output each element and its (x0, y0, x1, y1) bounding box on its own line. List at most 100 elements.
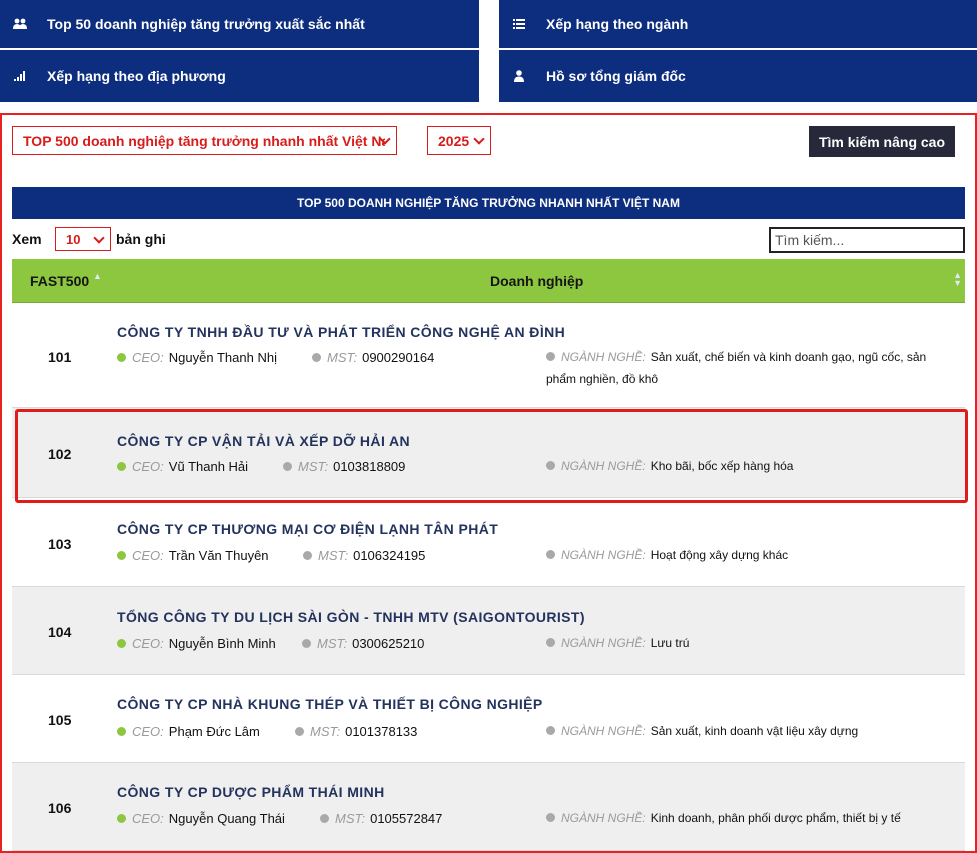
green-dot-icon (117, 639, 126, 648)
search-input[interactable] (769, 227, 965, 253)
industry-value: Sản xuất, kinh doanh vật liệu xây dựng (650, 724, 859, 738)
ceo-label: CEO: (132, 811, 164, 826)
table-row: 106 CÔNG TY CP DƯỢC PHẨM THÁI MINH CEO: Ngu… (12, 763, 965, 851)
company-name-link[interactable]: CÔNG TY TNHH ĐẦU TƯ VÀ PHÁT TRIỂN CÔNG N… (117, 324, 565, 340)
company-name-link[interactable]: CÔNG TY CP DƯỢC PHẨM THÁI MINH (117, 784, 385, 800)
ceo-field: CEO: Nguyễn Quang Thái (117, 811, 285, 826)
ceo-label: CEO: (132, 724, 164, 739)
green-dot-icon (117, 462, 126, 471)
advanced-search-button[interactable]: Tìm kiếm nâng cao (809, 126, 955, 157)
ceo-field: CEO: Vũ Thanh Hải (117, 459, 248, 474)
user-icon (512, 69, 526, 83)
grey-dot-icon (546, 638, 555, 647)
show-label: Xem (12, 231, 42, 247)
grey-dot-icon (546, 461, 555, 470)
table-row: 105 CÔNG TY CP NHÀ KHUNG THÉP VÀ THIẾT BỊ… (12, 675, 965, 763)
tax-code-label: MST: (335, 811, 366, 826)
ceo-value: Phạm Đức Lâm (168, 724, 260, 739)
grey-dot-icon (546, 726, 555, 735)
company-name-link[interactable]: CÔNG TY CP NHÀ KHUNG THÉP VÀ THIẾT BỊ CÔ… (117, 696, 543, 712)
sort-both-icon[interactable]: ▲ ▼ (953, 271, 962, 288)
ceo-value: Nguyễn Thanh Nhị (168, 350, 277, 365)
tax-code-field: MST: 0106324195 (303, 548, 425, 563)
tax-code-label: MST: (310, 724, 341, 739)
industry-label: NGÀNH NGHỀ: (561, 811, 646, 825)
industry-value: Lưu trú (650, 636, 690, 650)
grey-dot-icon (546, 813, 555, 822)
row-rank: 102 (48, 446, 72, 462)
tax-code-label: MST: (317, 636, 348, 651)
table-row: 101 CÔNG TY TNHH ĐẦU TƯ VÀ PHÁT TRIỂN CÔN… (12, 303, 965, 408)
chevron-down-icon (473, 133, 485, 145)
tax-code-value: 0900290164 (362, 350, 435, 365)
page-length-value: 10 (66, 231, 81, 247)
industry-field: NGÀNH NGHỀ: Sản xuất, kinh doanh vật liệu… (546, 720, 956, 742)
grey-dot-icon (312, 353, 321, 362)
ceo-value: Trần Văn Thuyên (168, 548, 269, 563)
ceo-value: Nguyễn Quang Thái (168, 811, 285, 826)
records-label: bản ghi (116, 231, 166, 247)
table-row: 103 CÔNG TY CP THƯƠNG MẠI CƠ ĐIỆN LẠNH TÂ… (12, 498, 965, 587)
company-name-link[interactable]: TỔNG CÔNG TY DU LỊCH SÀI GÒN - TNHH MTV … (117, 609, 585, 625)
chevron-down-icon (93, 232, 105, 244)
column-header-company[interactable]: Doanh nghiệp (490, 273, 583, 289)
tax-code-value: 0105572847 (370, 811, 443, 826)
grey-dot-icon (546, 550, 555, 559)
sort-asc-icon[interactable]: ▲ (93, 271, 102, 281)
ceo-label: CEO: (132, 459, 164, 474)
ceo-label: CEO: (132, 350, 164, 365)
table-row: 102 CÔNG TY CP VẬN TẢI VÀ XẾP DỠ HẢI AN CE… (12, 408, 965, 498)
industry-value: Kho bãi, bốc xếp hàng hóa (650, 459, 794, 473)
row-rank: 106 (48, 800, 72, 816)
year-select-value: 2025 (438, 132, 470, 149)
tax-code-field: MST: 0900290164 (312, 350, 434, 365)
industry-field: NGÀNH NGHỀ: Lưu trú (546, 632, 956, 654)
ceo-field: CEO: Trần Văn Thuyên (117, 548, 269, 563)
grey-dot-icon (295, 727, 304, 736)
nav-by-industry-label: Xếp hạng theo ngành (546, 16, 689, 32)
company-name-link[interactable]: CÔNG TY CP THƯƠNG MẠI CƠ ĐIỆN LẠNH TÂN P… (117, 521, 498, 537)
green-dot-icon (117, 353, 126, 362)
industry-label: NGÀNH NGHỀ: (561, 350, 646, 364)
grey-dot-icon (320, 814, 329, 823)
tax-code-value: 0106324195 (353, 548, 426, 563)
ceo-label: CEO: (132, 636, 164, 651)
row-rank: 104 (48, 624, 72, 640)
industry-field: NGÀNH NGHỀ: Kho bãi, bốc xếp hàng hóa (546, 455, 956, 477)
company-name-link[interactable]: CÔNG TY CP VẬN TẢI VÀ XẾP DỠ HẢI AN (117, 433, 410, 449)
industry-label: NGÀNH NGHỀ: (561, 459, 646, 473)
row-rank: 101 (48, 349, 72, 365)
green-dot-icon (117, 551, 126, 560)
grey-dot-icon (546, 352, 555, 361)
nav-ceo-profile-label: Hồ sơ tổng giám đốc (546, 68, 686, 84)
ceo-value: Vũ Thanh Hải (168, 459, 249, 474)
tax-code-value: 0300625210 (352, 636, 425, 651)
green-dot-icon (117, 814, 126, 823)
year-select[interactable]: 2025 (427, 126, 491, 155)
industry-label: NGÀNH NGHỀ: (561, 636, 646, 650)
table-title: TOP 500 DOANH NGHIỆP TĂNG TRƯỞNG NHANH N… (12, 187, 965, 219)
users-icon (13, 17, 27, 31)
ranking-nav: Top 50 doanh nghiệp tăng trưởng xuất sắc… (0, 0, 977, 103)
ceo-field: CEO: Phạm Đức Lâm (117, 724, 260, 739)
nav-ceo-profile-button[interactable]: Hồ sơ tổng giám đốc (499, 50, 977, 102)
page-length-select[interactable]: 10 (55, 227, 111, 251)
ranking-list-select[interactable]: TOP 500 doanh nghiệp tăng trưởng nhanh n… (12, 126, 397, 155)
ceo-field: CEO: Nguyễn Bình Minh (117, 636, 276, 651)
industry-field: NGÀNH NGHỀ: Hoạt động xây dựng khác (546, 544, 956, 566)
nav-by-region-button[interactable]: Xếp hạng theo địa phương (0, 50, 479, 102)
nav-by-industry-button[interactable]: Xếp hạng theo ngành (499, 0, 977, 48)
column-header-rank[interactable]: FAST500 (30, 273, 89, 289)
industry-label: NGÀNH NGHỀ: (561, 548, 646, 562)
tax-code-field: MST: 0101378133 (295, 724, 417, 739)
nav-top50-button[interactable]: Top 50 doanh nghiệp tăng trưởng xuất sắc… (0, 0, 479, 48)
grey-dot-icon (283, 462, 292, 471)
tax-code-label: MST: (298, 459, 329, 474)
row-rank: 103 (48, 536, 72, 552)
tax-code-field: MST: 0300625210 (302, 636, 424, 651)
ceo-field: CEO: Nguyễn Thanh Nhị (117, 350, 277, 365)
nav-top50-label: Top 50 doanh nghiệp tăng trưởng xuất sắc… (47, 16, 365, 32)
industry-label: NGÀNH NGHỀ: (561, 724, 646, 738)
list-icon (512, 17, 526, 31)
green-dot-icon (117, 727, 126, 736)
